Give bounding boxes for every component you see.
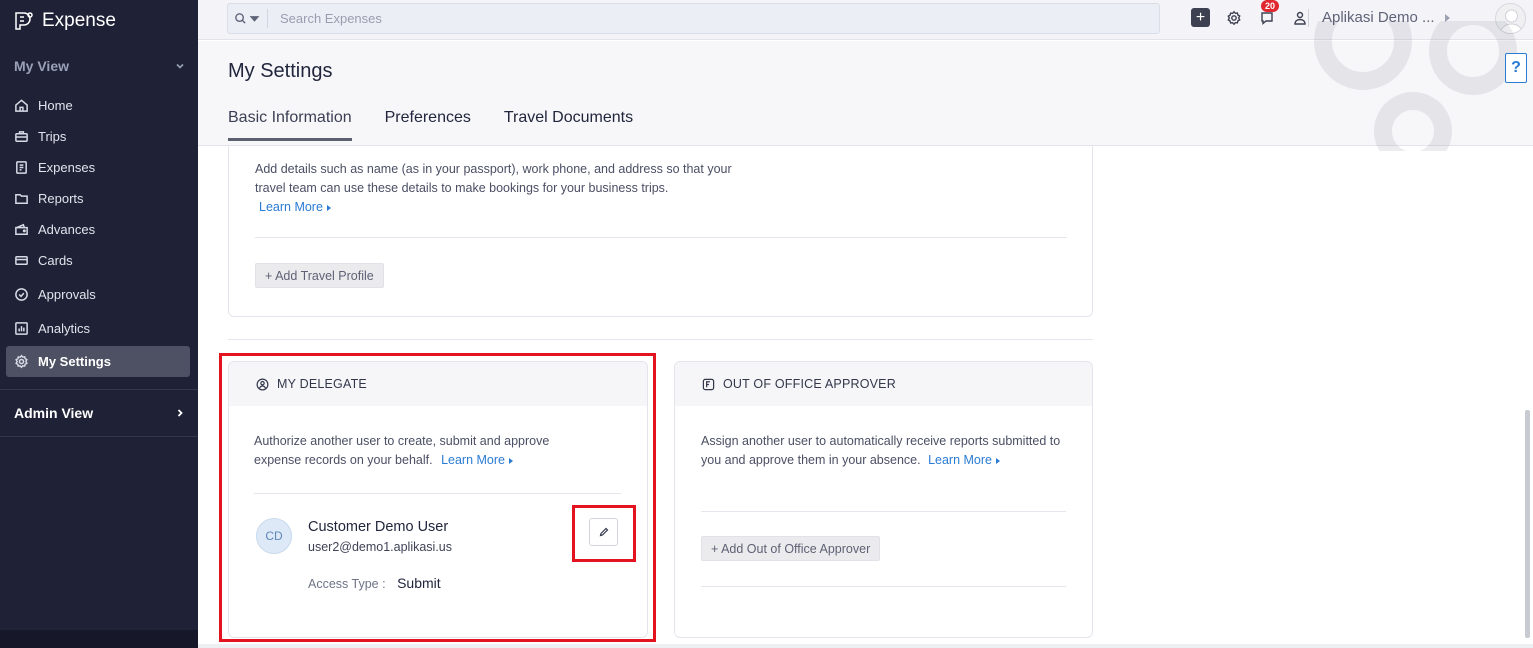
learn-more-label: Learn More — [259, 200, 323, 214]
out-of-office-description: Assign another user to automatically rec… — [701, 432, 1061, 470]
card-icon — [15, 256, 28, 265]
sidebar-item-reports[interactable]: Reports — [0, 183, 198, 214]
sidebar-item-label: Reports — [38, 191, 84, 206]
settings-tabs: Basic Information Preferences Travel Doc… — [228, 109, 633, 141]
sidebar-item-cards[interactable]: Cards — [0, 245, 198, 276]
brand[interactable]: Expense — [0, 0, 198, 42]
chart-icon — [15, 322, 28, 335]
tab-travel-documents[interactable]: Travel Documents — [504, 109, 633, 141]
add-out-of-office-approver-button[interactable]: + Add Out of Office Approver — [701, 536, 881, 561]
admin-view-toggle[interactable]: Admin View — [0, 389, 198, 437]
check-circle-icon — [15, 288, 28, 301]
add-travel-profile-button[interactable]: + Add Travel Profile — [255, 263, 384, 288]
divider — [228, 339, 1093, 340]
page-header: My Settings Basic Information Preference… — [198, 21, 1533, 151]
delegate-highlight-box — [219, 353, 656, 642]
page-bottom-edge — [198, 644, 1533, 648]
sidebar-item-label: Approvals — [38, 287, 96, 302]
sidebar-item-analytics[interactable]: Analytics — [0, 313, 198, 344]
sidebar-item-label: Analytics — [38, 321, 91, 336]
divider — [701, 511, 1066, 512]
sidebar-item-label: Home — [38, 98, 73, 113]
briefcase-icon — [15, 131, 28, 142]
decorative-gears-icon — [1314, 21, 1517, 151]
gear-icon — [15, 354, 28, 369]
app-name: Expense — [42, 10, 116, 31]
sidebar-item-home[interactable]: Home — [0, 90, 198, 121]
out-of-office-title: OUT OF OFFICE APPROVER — [723, 377, 896, 391]
wallet-icon — [15, 223, 28, 235]
travel-profile-learn-more-link[interactable]: Learn More — [259, 200, 331, 214]
page-title: My Settings — [228, 60, 333, 82]
home-icon — [15, 99, 28, 112]
out-of-office-text: Assign another user to automatically rec… — [701, 434, 1061, 467]
out-of-office-learn-more-link[interactable]: Learn More — [928, 453, 1001, 467]
expense-logo-icon — [15, 12, 33, 30]
caret-down-icon — [249, 16, 260, 22]
sidebar-item-advances[interactable]: Advances — [0, 214, 198, 245]
sidebar-item-label: My Settings — [38, 354, 111, 369]
edit-highlight-box — [572, 505, 636, 562]
my-view-label: My View — [14, 58, 69, 74]
plus-icon: + — [1195, 9, 1206, 26]
travel-profile-text: Add details such as name (as in your pas… — [255, 162, 732, 195]
add-new-button[interactable]: + — [1191, 8, 1210, 27]
chevron-right-icon — [177, 409, 183, 417]
sidebar-item-label: Advances — [38, 222, 96, 237]
caret-right-icon — [326, 204, 331, 211]
search-input[interactable] — [268, 11, 1128, 26]
chevron-down-icon — [176, 63, 184, 69]
caret-right-icon — [996, 457, 1001, 464]
divider — [701, 586, 1066, 587]
my-view-toggle[interactable]: My View — [0, 42, 198, 90]
sidebar-item-my-settings[interactable]: My Settings — [6, 346, 190, 377]
sidebar-item-expenses[interactable]: Expenses — [0, 152, 198, 183]
sidebar: Expense My View Home Trips Expenses Repo… — [0, 0, 198, 648]
admin-view-label: Admin View — [14, 405, 94, 421]
sidebar-item-trips[interactable]: Trips — [0, 121, 198, 152]
out-of-office-card: OUT OF OFFICE APPROVER — [674, 361, 1093, 638]
tab-basic-information[interactable]: Basic Information — [228, 109, 352, 141]
divider — [255, 237, 1067, 238]
search-box — [227, 3, 1160, 34]
sidebar-item-label: Expenses — [38, 160, 96, 175]
gear-icon — [1226, 10, 1241, 25]
help-button[interactable]: ? — [1505, 53, 1527, 83]
out-of-office-header: OUT OF OFFICE APPROVER — [675, 362, 1092, 406]
travel-profile-card: Add details such as name (as in your pas… — [228, 146, 1093, 317]
settings-button[interactable] — [1224, 8, 1243, 27]
folder-icon — [15, 194, 28, 204]
notification-badge: 20 — [1261, 0, 1280, 12]
search-scope-dropdown[interactable] — [228, 9, 268, 28]
sidebar-item-label: Trips — [38, 129, 67, 144]
sidebar-item-approvals[interactable]: Approvals — [0, 279, 198, 310]
tab-preferences[interactable]: Preferences — [385, 109, 471, 141]
learn-more-label: Learn More — [928, 453, 993, 467]
search-icon — [235, 13, 246, 24]
travel-profile-description: Add details such as name (as in your pas… — [255, 160, 755, 217]
out-of-office-icon — [702, 378, 715, 390]
sidebar-collapse-bar[interactable] — [0, 630, 198, 648]
sidebar-item-label: Cards — [38, 253, 73, 268]
receipt-icon — [16, 161, 27, 174]
page-scrollbar[interactable] — [1525, 410, 1530, 638]
